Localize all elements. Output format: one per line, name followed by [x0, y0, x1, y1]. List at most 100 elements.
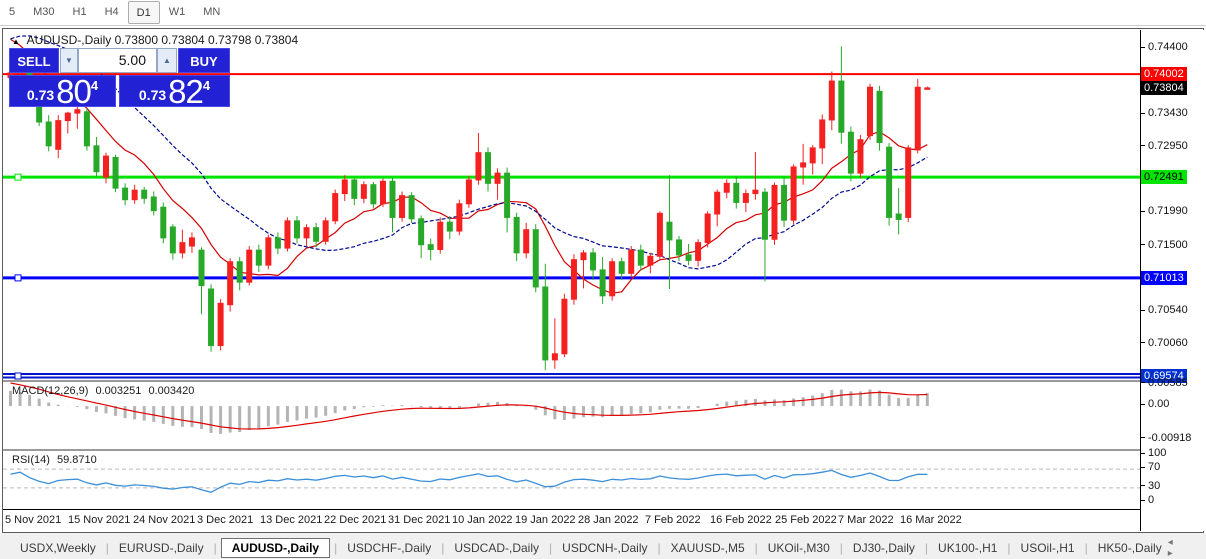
- axis-label: 0.71990: [1148, 205, 1188, 217]
- candle-body: [447, 222, 452, 231]
- macd-pane[interactable]: MACD(12,26,9) 0.003251 0.003420: [3, 380, 1140, 447]
- tab-separator: |: [545, 541, 556, 555]
- candle-body: [848, 132, 853, 173]
- candle-body: [275, 238, 280, 248]
- time-axis-label: 7 Feb 2022: [645, 514, 701, 526]
- candle-body: [772, 185, 777, 239]
- candle-body: [361, 185, 366, 199]
- candle-body: [247, 250, 252, 282]
- price-axis-label: 0.72950: [1141, 139, 1188, 153]
- buy-price-pip: 4: [203, 78, 210, 106]
- candle-body: [925, 88, 930, 89]
- timeframe-m30[interactable]: M30: [24, 0, 63, 23]
- axis-label: 30: [1148, 480, 1160, 492]
- buy-button[interactable]: BUY: [178, 48, 230, 73]
- sell-price-prefix: 0.73: [27, 87, 54, 103]
- time-axis-label: 3 Dec 2021: [197, 514, 253, 526]
- axis-tick: [1141, 211, 1145, 212]
- candle-body: [285, 221, 290, 248]
- tab-separator: |: [210, 541, 221, 555]
- hline-drag-handle: [15, 373, 21, 379]
- candle-body: [84, 112, 89, 146]
- axis-label: 0: [1148, 494, 1154, 506]
- macd-label: MACD(12,26,9) 0.003251 0.003420: [8, 385, 194, 397]
- tab-separator: |: [1003, 541, 1014, 555]
- tab-usdcnh-daily[interactable]: USDCNH-,Daily: [556, 538, 653, 558]
- candle-body: [858, 140, 863, 173]
- macd-value-main: 0.003251: [95, 385, 141, 397]
- time-axis[interactable]: 5 Nov 202115 Nov 202124 Nov 20213 Dec 20…: [3, 512, 1140, 530]
- candle-body: [571, 260, 576, 300]
- timeframe-h1[interactable]: H1: [64, 0, 96, 23]
- candle-body: [801, 163, 806, 167]
- tab-audusd-daily[interactable]: AUDUSD-,Daily: [221, 538, 330, 558]
- tab-scroll-icons[interactable]: ◂ ▸: [1168, 537, 1206, 559]
- timeframe-d1[interactable]: D1: [128, 1, 160, 24]
- timeframe-w1[interactable]: W1: [160, 0, 195, 23]
- candle-body: [743, 194, 748, 203]
- sell-price-big: 80: [56, 76, 91, 106]
- candle-body: [256, 250, 261, 265]
- candle-body: [533, 230, 538, 287]
- axis-label: 70: [1148, 461, 1160, 473]
- hline-drag-handle: [15, 174, 21, 180]
- tab-dj30-daily[interactable]: DJ30-,Daily: [847, 538, 921, 558]
- tab-separator: |: [330, 541, 341, 555]
- volume-decrease-button[interactable]: ▼: [60, 48, 78, 73]
- tab-usdx-weekly[interactable]: USDX,Weekly: [14, 538, 102, 558]
- candle-body: [56, 121, 61, 150]
- tab-hk50-daily[interactable]: HK50-,Daily: [1092, 538, 1168, 558]
- time-axis-label: 7 Mar 2022: [838, 514, 894, 526]
- tab-usdchf-daily[interactable]: USDCHF-,Daily: [341, 538, 437, 558]
- axis-tick: [1141, 113, 1145, 114]
- volume-input[interactable]: 5.00: [78, 48, 157, 73]
- price-axis[interactable]: 0.744000.734300.729500.719900.715000.705…: [1140, 30, 1204, 531]
- time-axis-label: 19 Jan 2022: [515, 514, 576, 526]
- time-axis-label: 15 Nov 2021: [68, 514, 130, 526]
- tab-usdcad-daily[interactable]: USDCAD-,Daily: [448, 538, 545, 558]
- candle-body: [314, 228, 319, 242]
- buy-price-box[interactable]: 0.73 82 4: [119, 75, 230, 107]
- buy-price-prefix: 0.73: [139, 87, 166, 103]
- candle-body: [419, 219, 424, 245]
- candle-body: [638, 250, 643, 265]
- timeframe-5[interactable]: 5: [0, 0, 24, 23]
- axis-tick: [1141, 485, 1145, 486]
- time-axis-label: 13 Dec 2021: [260, 514, 322, 526]
- candle-body: [46, 122, 51, 146]
- volume-increase-button[interactable]: ▲: [157, 48, 177, 73]
- candle-body: [352, 180, 357, 198]
- time-axis-label: 10 Jan 2022: [452, 514, 513, 526]
- tab-uk100-h1[interactable]: UK100-,H1: [932, 538, 1003, 558]
- chart-ohlc-values: 0.73800 0.73804 0.73798 0.73804: [115, 33, 299, 47]
- rsi-name: RSI(14): [12, 454, 50, 466]
- candle-body: [295, 221, 300, 238]
- candle-body: [371, 185, 376, 204]
- candle-body: [791, 167, 796, 220]
- macd-value-signal: 0.003420: [148, 385, 194, 397]
- timeframe-h4[interactable]: H4: [96, 0, 128, 23]
- candle-body: [189, 238, 194, 246]
- candle-body: [829, 81, 834, 120]
- candle-body: [199, 250, 204, 285]
- candle-body: [209, 289, 214, 346]
- time-axis-label: 5 Nov 2021: [5, 514, 61, 526]
- price-axis-label: 0: [1141, 493, 1154, 507]
- axis-label: 0.73430: [1148, 107, 1188, 119]
- rsi-pane[interactable]: RSI(14) 59.8710: [3, 449, 1140, 509]
- sell-button[interactable]: SELL: [9, 48, 59, 73]
- tab-separator: |: [654, 541, 665, 555]
- axis-tick: [1141, 453, 1145, 454]
- axis-tick: [1141, 404, 1145, 405]
- candle-body: [677, 240, 682, 255]
- tab-usoil-h1[interactable]: USOil-,H1: [1015, 538, 1081, 558]
- tab-eurusd-daily[interactable]: EURUSD-,Daily: [113, 538, 210, 558]
- tab-xauusd-m5[interactable]: XAUUSD-,M5: [665, 538, 751, 558]
- timeframe-mn[interactable]: MN: [194, 0, 229, 23]
- candle-body: [581, 253, 586, 260]
- price-axis-box-label: 0.71013: [1141, 271, 1187, 285]
- sell-price-box[interactable]: 0.73 80 4: [9, 75, 116, 107]
- tab-ukoil-m30[interactable]: UKOil-,M30: [762, 538, 836, 558]
- time-axis-label: 31 Dec 2021: [388, 514, 450, 526]
- candle-body: [600, 270, 605, 296]
